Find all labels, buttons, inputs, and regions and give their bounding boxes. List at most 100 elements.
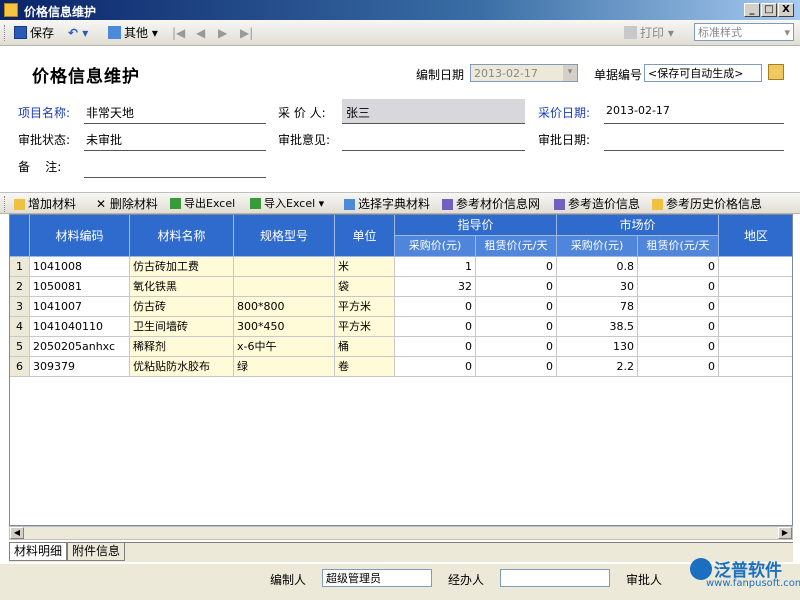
col-header-market-rent[interactable]: 租赁价(元/天: [638, 236, 719, 257]
cell-market-purchase[interactable]: 30: [557, 277, 638, 297]
row-number[interactable]: 1: [10, 257, 30, 277]
cell-guide-purchase[interactable]: 32: [395, 277, 476, 297]
export-excel-button[interactable]: 导出Excel: [170, 196, 235, 212]
scroll-left-icon[interactable]: ◀: [10, 527, 24, 539]
col-header-code[interactable]: 材料编码: [30, 215, 130, 257]
cell-code[interactable]: 1041040110: [30, 317, 130, 337]
print-button[interactable]: 打印 ▾: [624, 25, 674, 41]
cell-market-purchase[interactable]: 78: [557, 297, 638, 317]
cell-market-purchase[interactable]: 38.5: [557, 317, 638, 337]
cell-guide-purchase[interactable]: 0: [395, 357, 476, 377]
scroll-right-icon[interactable]: ▶: [778, 527, 792, 539]
cell-spec[interactable]: 300*450: [234, 317, 335, 337]
ref-history-button[interactable]: 参考历史价格信息: [652, 196, 762, 212]
delete-material-button[interactable]: ✕ 删除材料: [96, 196, 158, 212]
cell-market-rent[interactable]: 0: [638, 257, 719, 277]
tab-material-detail[interactable]: 材料明细: [9, 543, 68, 561]
row-number[interactable]: 4: [10, 317, 30, 337]
compile-date-field[interactable]: 2013-02-17 ▾: [470, 64, 578, 82]
cell-market-purchase[interactable]: 2.2: [557, 357, 638, 377]
cell-guide-rent[interactable]: 0: [476, 317, 557, 337]
import-excel-button[interactable]: 导入Excel ▾: [250, 196, 324, 212]
cell-guide-rent[interactable]: 0: [476, 337, 557, 357]
col-header-guide-rent[interactable]: 租赁价(元/天: [476, 236, 557, 257]
cell-guide-purchase[interactable]: 0: [395, 297, 476, 317]
price-date-value[interactable]: 2013-02-17: [606, 104, 670, 117]
cell-market-rent[interactable]: 0: [638, 317, 719, 337]
approval-date-field[interactable]: [604, 150, 784, 151]
cell-unit[interactable]: 袋: [335, 277, 395, 297]
cell-name[interactable]: 仿古砖: [130, 297, 234, 317]
cell-name[interactable]: 仿古砖加工费: [130, 257, 234, 277]
cell-guide-purchase[interactable]: 0: [395, 317, 476, 337]
tab-attachments[interactable]: 附件信息: [67, 543, 126, 561]
cell-market-purchase[interactable]: 130: [557, 337, 638, 357]
cell-market-rent[interactable]: 0: [638, 277, 719, 297]
cell-spec[interactable]: [234, 277, 335, 297]
cell-region[interactable]: [719, 277, 792, 297]
cell-code[interactable]: 2050205anhxc: [30, 337, 130, 357]
cell-spec[interactable]: x-6中午: [234, 337, 335, 357]
cell-region[interactable]: [719, 317, 792, 337]
cell-unit[interactable]: 米: [335, 257, 395, 277]
cell-unit[interactable]: 卷: [335, 357, 395, 377]
nav-first-button[interactable]: |◀: [172, 25, 185, 41]
cell-unit[interactable]: 平方米: [335, 317, 395, 337]
col-header-guide-purchase[interactable]: 采购价(元): [395, 236, 476, 257]
approval-opinion-field[interactable]: [342, 150, 525, 151]
cell-spec[interactable]: 绿: [234, 357, 335, 377]
maximize-button[interactable]: □: [761, 3, 777, 17]
row-number[interactable]: 5: [10, 337, 30, 357]
cell-unit[interactable]: 平方米: [335, 297, 395, 317]
nav-prev-button[interactable]: ◀: [196, 25, 205, 41]
creator-field[interactable]: 超级管理员: [322, 569, 432, 587]
cell-name[interactable]: 卫生间墙砖: [130, 317, 234, 337]
nav-next-button[interactable]: ▶: [218, 25, 227, 41]
minimize-button[interactable]: _: [744, 3, 760, 17]
cell-market-rent[interactable]: 0: [638, 337, 719, 357]
ref-material-net-button[interactable]: 参考材价信息网: [442, 196, 540, 212]
cell-region[interactable]: [719, 257, 792, 277]
cell-code[interactable]: 1041008: [30, 257, 130, 277]
cell-name[interactable]: 氧化铁黑: [130, 277, 234, 297]
save-button[interactable]: 保存: [14, 25, 54, 41]
horizontal-scrollbar[interactable]: ◀ ▶: [9, 526, 793, 540]
settings-icon[interactable]: [768, 64, 784, 80]
cell-spec[interactable]: [234, 257, 335, 277]
cell-region[interactable]: [719, 337, 792, 357]
col-header-market-purchase[interactable]: 采购价(元): [557, 236, 638, 257]
row-number[interactable]: 3: [10, 297, 30, 317]
select-dict-button[interactable]: 选择字典材料: [344, 196, 430, 212]
cell-guide-rent[interactable]: 0: [476, 277, 557, 297]
cell-market-rent[interactable]: 0: [638, 357, 719, 377]
cell-unit[interactable]: 桶: [335, 337, 395, 357]
cell-code[interactable]: 1050081: [30, 277, 130, 297]
col-header-spec[interactable]: 规格型号: [234, 215, 335, 257]
style-select[interactable]: 标准样式 ▾: [694, 23, 794, 41]
remark-field[interactable]: [84, 177, 266, 178]
cell-code[interactable]: 1041007: [30, 297, 130, 317]
cell-market-purchase[interactable]: 0.8: [557, 257, 638, 277]
cell-guide-rent[interactable]: 0: [476, 357, 557, 377]
col-header-name[interactable]: 材料名称: [130, 215, 234, 257]
nav-last-button[interactable]: ▶|: [240, 25, 253, 41]
row-number[interactable]: 6: [10, 357, 30, 377]
doc-no-field[interactable]: <保存可自动生成>: [644, 64, 762, 82]
row-number[interactable]: 2: [10, 277, 30, 297]
cell-guide-purchase[interactable]: 0: [395, 337, 476, 357]
cell-name[interactable]: 优粘贴防水胶布: [130, 357, 234, 377]
cell-name[interactable]: 稀释剂: [130, 337, 234, 357]
col-header-region[interactable]: 地区: [719, 215, 792, 257]
cell-guide-rent[interactable]: 0: [476, 297, 557, 317]
cell-region[interactable]: [719, 357, 792, 377]
cell-market-rent[interactable]: 0: [638, 297, 719, 317]
cell-code[interactable]: 309379: [30, 357, 130, 377]
cell-spec[interactable]: 800*800: [234, 297, 335, 317]
project-value[interactable]: 非常天地: [86, 104, 134, 121]
cell-guide-rent[interactable]: 0: [476, 257, 557, 277]
cell-guide-purchase[interactable]: 1: [395, 257, 476, 277]
close-button[interactable]: X: [778, 3, 794, 17]
handler-field[interactable]: [500, 569, 610, 587]
col-header-unit[interactable]: 单位: [335, 215, 395, 257]
cell-region[interactable]: [719, 297, 792, 317]
